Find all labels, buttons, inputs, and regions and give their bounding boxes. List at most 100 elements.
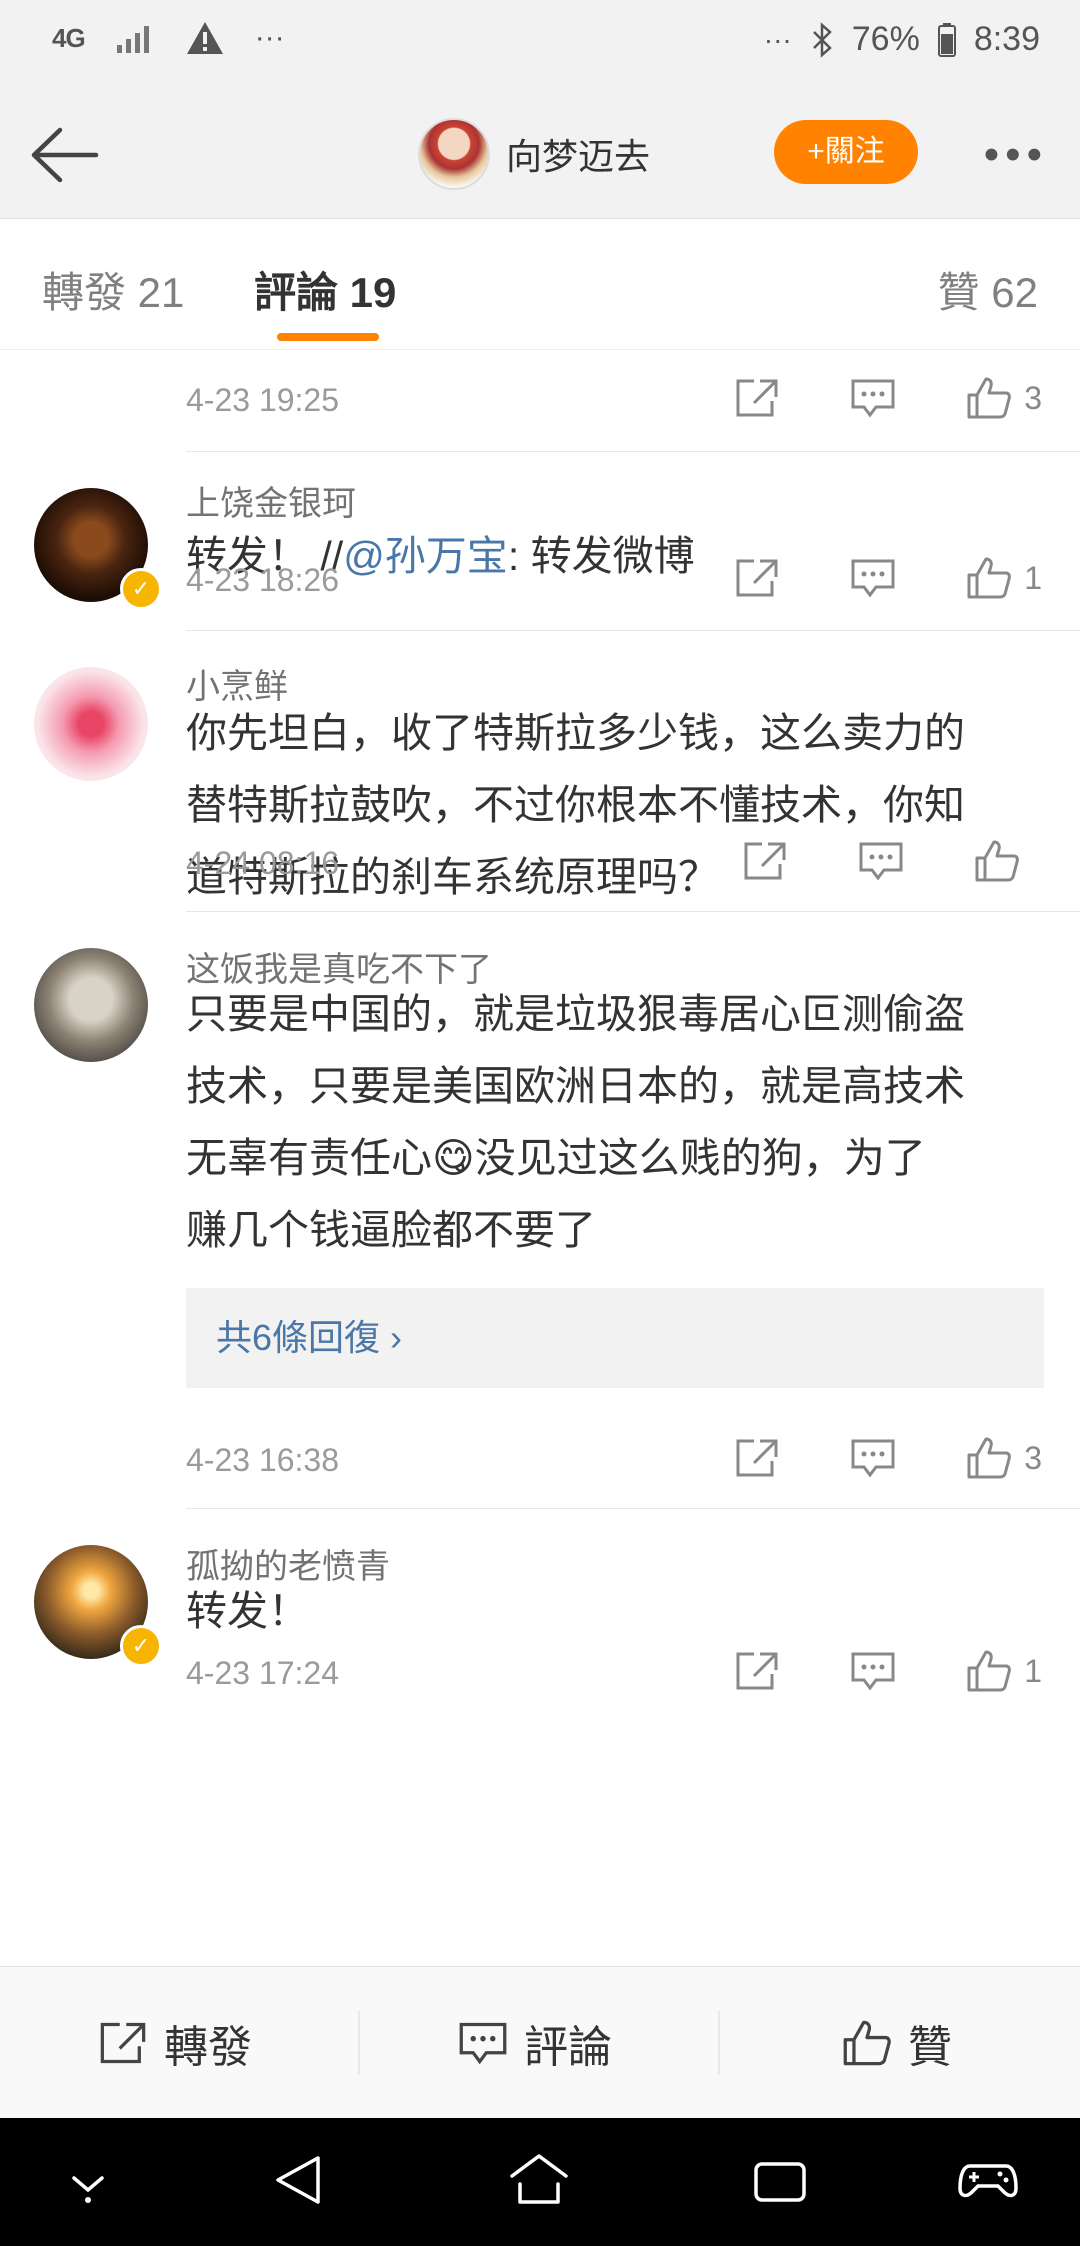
like-action[interactable]	[974, 839, 1032, 883]
comment-username[interactable]: 上饶金银珂	[186, 476, 356, 525]
thumbs-up-icon	[967, 1437, 1012, 1479]
comment-text: 只要是中国的，就是垃圾狠毒居心叵测偷盗 技术，只要是美国欧洲日本的，就是高技术 …	[186, 978, 1056, 1266]
comment-icon	[459, 2022, 507, 2065]
comment-text-line: 只要是中国的，就是垃圾狠毒居心叵测偷盗	[186, 991, 965, 1037]
like-count: 3	[1024, 379, 1042, 416]
comment-item: 4-23 19:25 3	[186, 350, 1080, 452]
share-icon	[736, 1652, 778, 1690]
comment-icon	[851, 559, 895, 598]
comment-timestamp: 4-23 17:24	[186, 1655, 340, 1691]
like-count: 3	[1024, 1439, 1042, 1476]
signal-icon	[116, 26, 149, 53]
like-action[interactable]: 3	[966, 376, 1042, 420]
comment-icon	[851, 379, 895, 418]
divider	[718, 2011, 720, 2075]
like-button[interactable]: 贊	[842, 1967, 952, 2119]
home-nav-icon[interactable]	[508, 2150, 570, 2210]
comment-text: 转发！	[186, 1588, 309, 1634]
comment-actions: 3	[664, 1436, 1042, 1480]
repost-action[interactable]	[742, 840, 788, 882]
comment-item: ✓ 上饶金银珂 转发！ //@孙万宝: 转发微博 4-23 18:26 1	[34, 452, 1080, 631]
active-tab-indicator	[277, 333, 379, 341]
network-type: 4G	[52, 22, 86, 53]
tab-bar: 轉發 21 評論 19 贊 62	[0, 219, 1080, 350]
comment-actions: 1	[664, 1649, 1042, 1693]
follow-button[interactable]: +關注	[774, 120, 918, 184]
verified-badge-icon: ✓	[120, 568, 162, 610]
top-nav: 向梦迈去 +關注 •••	[0, 90, 1080, 219]
mention-link[interactable]: @孙万宝	[343, 533, 508, 579]
comment-actions: 3	[664, 376, 1042, 420]
repost-button[interactable]: 轉發	[98, 1967, 252, 2119]
user-avatar[interactable]	[34, 948, 148, 1062]
tab-likes[interactable]: 贊 62	[938, 259, 1038, 320]
tab-reposts[interactable]: 轉發 21	[42, 259, 184, 320]
comment-action[interactable]	[858, 841, 904, 881]
comment-timestamp: 4-23 16:38	[186, 1442, 340, 1478]
author-name[interactable]: 向梦迈去	[506, 128, 650, 180]
system-nav-bar	[0, 2118, 1080, 2246]
bottom-action-bar: 轉發 評論 贊	[0, 1966, 1080, 2119]
comment-text-line: 无辜有责任心😋没见过这么贱的狗，为了	[186, 1135, 926, 1181]
share-icon	[736, 379, 778, 417]
user-avatar[interactable]	[34, 667, 148, 781]
comment-button[interactable]: 評論	[458, 1967, 612, 2119]
comment-text-line: 赚几个钱逼脸都不要了	[186, 1207, 596, 1253]
bluetooth-icon	[812, 21, 832, 58]
comment-text-line: 你先坦白，收了特斯拉多少钱，这么卖力的	[186, 710, 965, 756]
warning-icon	[186, 22, 223, 54]
share-icon	[736, 1439, 778, 1477]
comment-item: ✓ 孤拗的老愤青 转发！ 4-23 17:24 1	[34, 1509, 1080, 1769]
thumbs-up-icon	[843, 2020, 891, 2066]
thumbs-up-icon	[967, 557, 1012, 599]
status-bar: 4G ··· ··· 76% 8:39	[0, 0, 1080, 90]
share-icon	[744, 842, 786, 880]
author-avatar[interactable]	[418, 118, 490, 190]
like-label: 贊	[908, 2023, 952, 2072]
comment-text-line: 替特斯拉鼓吹，不过你根本不懂技术，你知	[186, 782, 965, 828]
comment-action[interactable]	[850, 1651, 896, 1691]
clock: 8:39	[973, 20, 1040, 58]
comment-action[interactable]	[850, 378, 896, 418]
verified-badge-icon: ✓	[120, 1625, 162, 1667]
like-count: 1	[1024, 1652, 1042, 1689]
battery-percent: 76%	[851, 20, 920, 58]
back-arrow-icon[interactable]	[26, 120, 106, 190]
overflow-icon: ···	[763, 23, 792, 55]
like-action[interactable]: 1	[966, 556, 1042, 600]
more-options-icon[interactable]: •••	[984, 130, 1048, 180]
comment-timestamp: 4-24 08:16	[186, 845, 340, 881]
comment-icon	[851, 1652, 895, 1691]
comment-action[interactable]	[850, 558, 896, 598]
more-notifications-icon: ···	[254, 21, 285, 54]
share-icon	[736, 559, 778, 597]
comment-actions	[672, 839, 1032, 883]
battery-icon	[937, 22, 956, 57]
repost-action[interactable]	[734, 377, 780, 419]
like-action[interactable]: 1	[966, 1649, 1042, 1693]
tab-comments[interactable]: 評論 19	[254, 259, 396, 320]
comment-actions: 1	[664, 556, 1042, 600]
comment-icon	[859, 842, 903, 881]
divider	[358, 2011, 360, 2075]
comment-label: 評論	[524, 2023, 612, 2072]
thumbs-up-icon	[967, 377, 1012, 419]
thumbs-up-icon	[975, 840, 1019, 882]
repost-action[interactable]	[734, 1437, 780, 1479]
comment-timestamp: 4-23 19:25	[186, 382, 340, 418]
recent-apps-icon[interactable]	[752, 2150, 808, 2210]
comment-list: 4-23 19:25 3 ✓ 上饶金银珂 转发！ //@孙万宝: 转发微博 4-…	[0, 350, 1080, 1769]
comment-item: 这饭我是真吃不下了 只要是中国的，就是垃圾狠毒居心叵测偷盗 技术，只要是美国欧洲…	[34, 912, 1080, 1509]
comment-timestamp: 4-23 18:26	[186, 562, 340, 598]
repost-action[interactable]	[734, 557, 780, 599]
like-action[interactable]: 3	[966, 1436, 1042, 1480]
hide-keyboard-icon[interactable]	[66, 2150, 110, 2210]
game-controller-icon[interactable]	[958, 2150, 1018, 2210]
back-nav-icon[interactable]	[272, 2150, 326, 2210]
comment-action[interactable]	[850, 1438, 896, 1478]
repost-action[interactable]	[734, 1650, 780, 1692]
comment-text-line: 技术，只要是美国欧洲日本的，就是高技术	[186, 1063, 965, 1109]
view-replies-link[interactable]: 共6條回復 ›	[186, 1288, 1044, 1388]
comment-item: 小烹鲜 你先坦白，收了特斯拉多少钱，这么卖力的 替特斯拉鼓吹，不过你根本不懂技术…	[34, 631, 1080, 912]
like-count: 1	[1024, 559, 1042, 596]
